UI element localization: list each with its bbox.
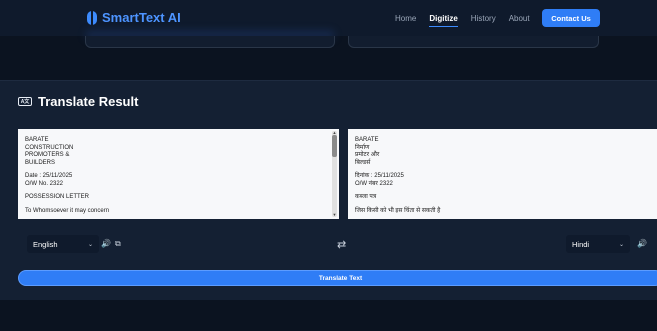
source-tools: 🔊 ⧉ [101,239,121,249]
scroll-thumb[interactable] [332,135,337,157]
upload-card-bottom [85,36,335,48]
source-block: BARATE CONSTRUCTION PROMOTERS & BUILDERS [25,137,74,166]
translated-text-area[interactable]: BARATE निर्माण प्रमोटर और बिल्डर्स दिनां… [348,129,657,219]
translate-text-button[interactable]: Translate Text [18,270,657,286]
section-header: A文 Translate Result [18,94,138,109]
translate-icon: A文 [18,97,32,106]
swap-icon[interactable]: ⇄ [337,238,346,251]
output-card-bottom [348,36,599,48]
section-title: Translate Result [38,94,139,109]
brand[interactable]: SmartText AI [87,10,181,25]
source-block: To Whomsoever it may concern [25,207,110,214]
target-language-value: Hindi [572,239,590,249]
source-block: POSSESSION LETTER [25,194,90,200]
nav-link-digitize[interactable]: Digitize [429,14,458,27]
source-block: Date : 25/11/2025 O/W No. 2322 [25,173,73,187]
copy-icon[interactable]: ⧉ [115,239,121,249]
target-block: दिनांक : 25/11/2025 O/W नंबर 2322 [355,173,404,187]
source-language-select[interactable]: English ⌄ [27,235,99,253]
speaker-icon[interactable]: 🔊 [101,239,111,249]
target-language-select[interactable]: Hindi ⌄ [566,235,630,253]
speaker-icon[interactable]: 🔊 [637,239,647,248]
target-block: जिस किसी को भी इस चिंता से सकती है [355,207,441,214]
scroll-down-icon[interactable]: ▼ [332,213,337,217]
translate-result-section: A文 Translate Result BARATE CONSTRUCTION … [0,80,657,300]
source-scrollbar[interactable]: ▲ ▼ [332,131,337,217]
contact-us-button[interactable]: Contact Us [542,9,600,27]
nav-link-about[interactable]: About [509,14,530,27]
nav-link-history[interactable]: History [471,14,496,27]
nav-links: Home Digitize History About [395,14,543,27]
source-text-area[interactable]: BARATE CONSTRUCTION PROMOTERS & BUILDERS… [18,129,339,219]
target-block: कब्जा पत्र [355,194,377,200]
brand-name: SmartText AI [102,10,181,25]
nav-link-home[interactable]: Home [395,14,416,27]
target-block: BARATE निर्माण प्रमोटर और बिल्डर्स [355,137,380,166]
chevron-down-icon: ⌄ [618,241,624,248]
chevron-down-icon: ⌄ [87,241,93,248]
target-tools: 🔊 [637,239,647,248]
brand-logo-icon [87,10,97,25]
source-language-value: English [33,239,58,249]
